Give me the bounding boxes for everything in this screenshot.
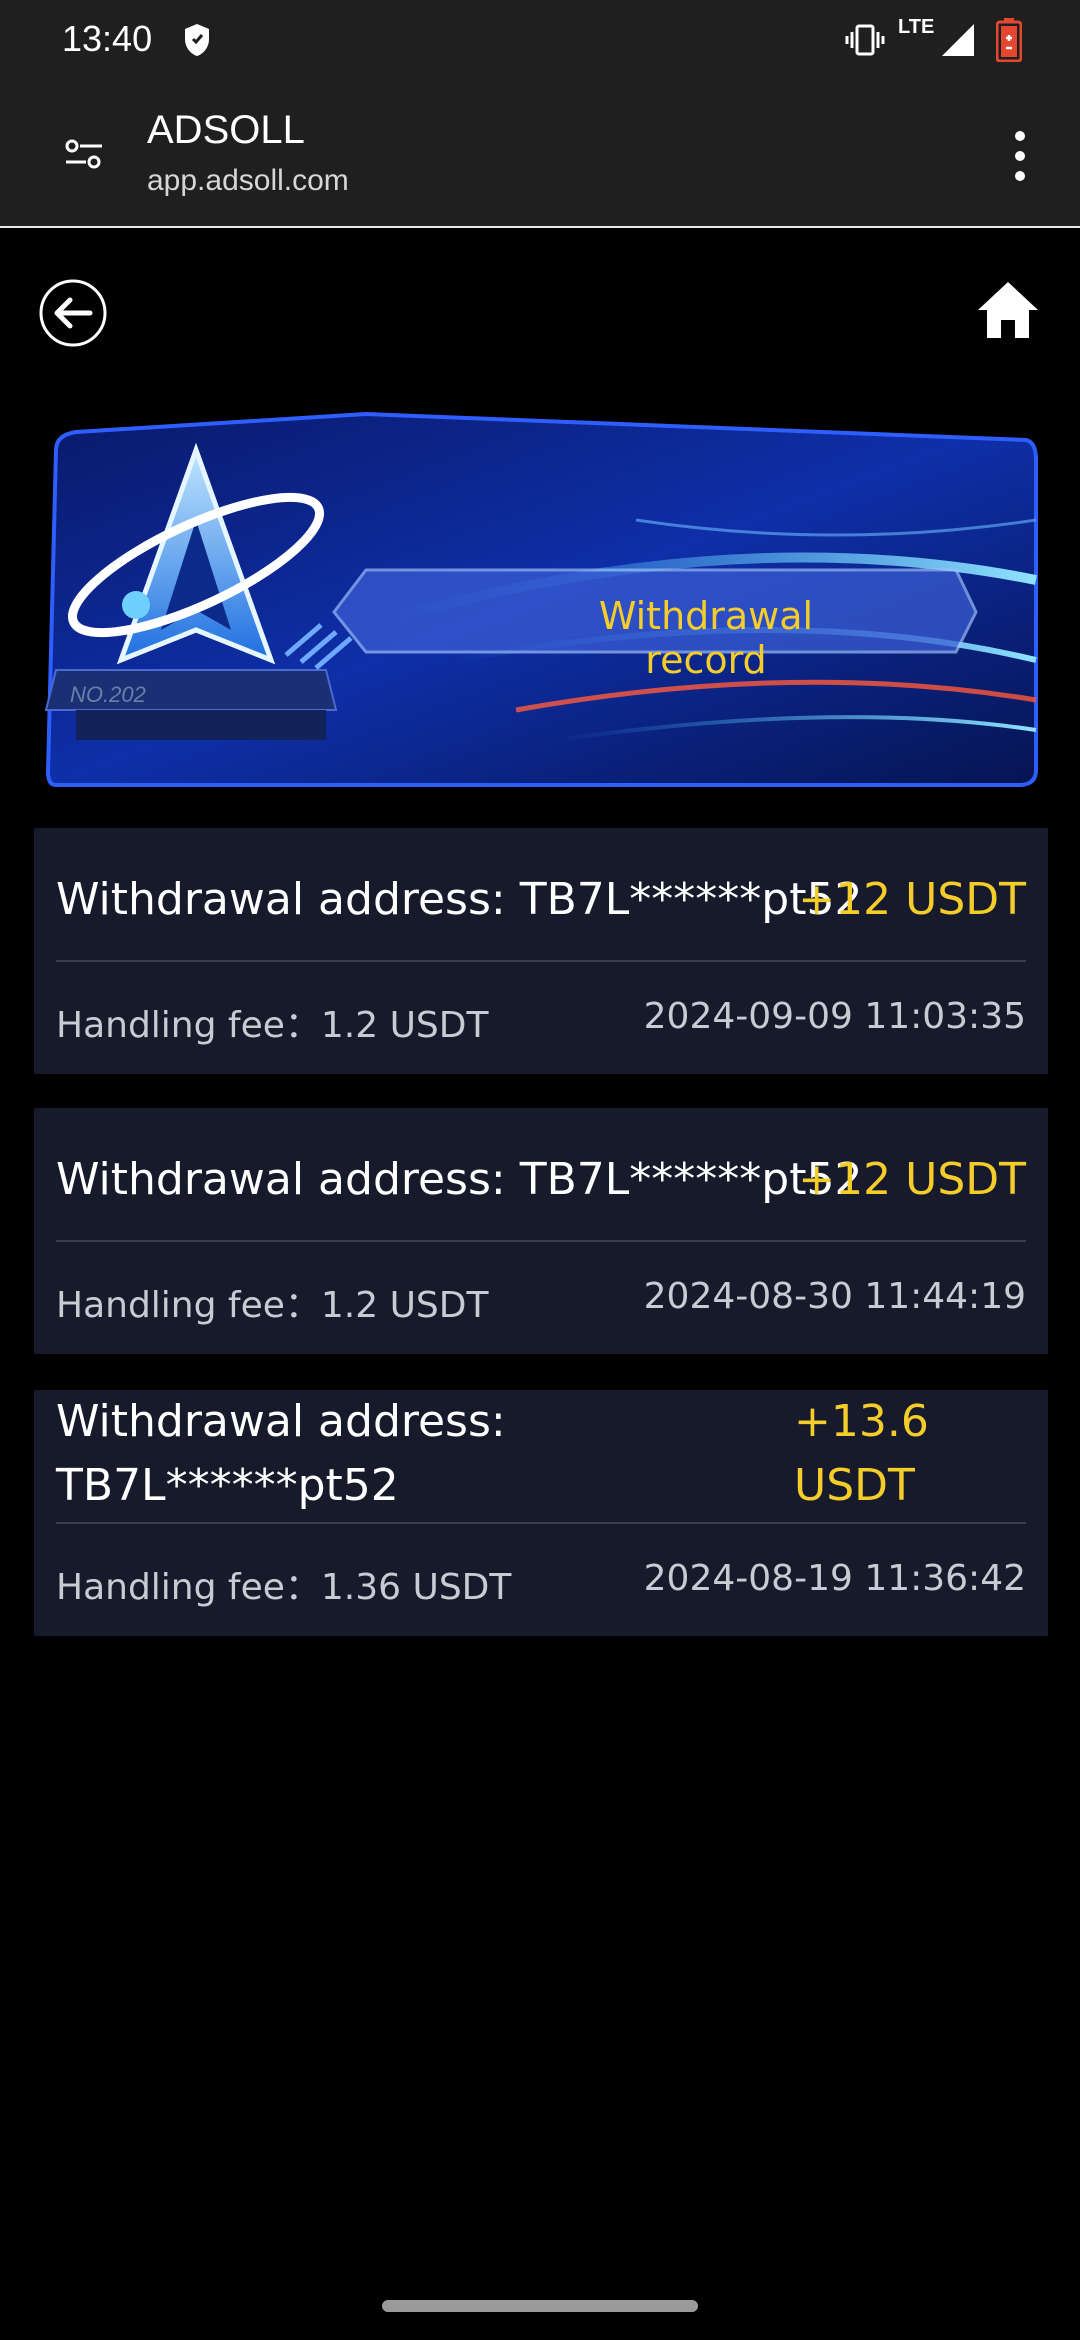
site-title[interactable]: ADSOLL [147,108,305,153]
divider [56,1240,1026,1242]
status-bar: 13:40 LTE [0,0,1080,80]
withdrawal-amount-line2: USDT [794,1460,915,1511]
network-type: LTE [898,16,935,38]
withdrawal-time: 2024-09-09 11:03:35 [643,996,1026,1037]
withdrawal-time: 2024-08-19 11:36:42 [643,1558,1026,1599]
divider [56,960,1026,962]
withdrawal-time: 2024-08-30 11:44:19 [643,1276,1026,1317]
home-indicator[interactable] [382,2300,698,2312]
withdrawal-amount-line1: +13.6 [794,1396,929,1447]
back-arrow-icon[interactable] [38,278,108,348]
browser-toolbar: ADSOLL app.adsoll.com [0,80,1080,228]
withdrawal-amount: +12 USDT [798,874,1026,925]
withdrawal-address: Withdrawal address: TB7L******pt52 [56,874,863,925]
status-time: 13:40 [62,18,153,59]
site-url[interactable]: app.adsoll.com [147,164,349,198]
withdrawal-address-line1: Withdrawal address: [56,1396,506,1447]
handling-fee: Handling fee：1.36 USDT [56,1567,512,1608]
withdrawal-record[interactable]: Withdrawal address: TB7L******pt52 +13.6… [34,1390,1048,1636]
divider [56,1522,1026,1524]
withdrawal-address-line2: TB7L******pt52 [56,1460,399,1511]
withdrawal-amount: +12 USDT [798,1154,1026,1205]
battery-icon [996,18,1022,62]
handling-fee: Handling fee：1.2 USDT [56,1005,489,1046]
withdrawal-record[interactable]: Withdrawal address: TB7L******pt52 +12 U… [34,1108,1048,1354]
page-title: Withdrawal record [598,594,814,682]
withdrawal-address: Withdrawal address: TB7L******pt52 [56,1154,863,1205]
signal-icon [942,24,974,56]
tune-icon[interactable] [62,132,106,176]
vibrate-icon [845,24,885,56]
more-vert-icon[interactable] [1005,128,1035,184]
banner-logo-text: NO.202 [70,682,146,707]
home-icon[interactable] [975,278,1041,342]
shield-icon [185,24,209,56]
withdrawal-record[interactable]: Withdrawal address: TB7L******pt52 +12 U… [34,828,1048,1074]
handling-fee: Handling fee：1.2 USDT [56,1285,489,1326]
